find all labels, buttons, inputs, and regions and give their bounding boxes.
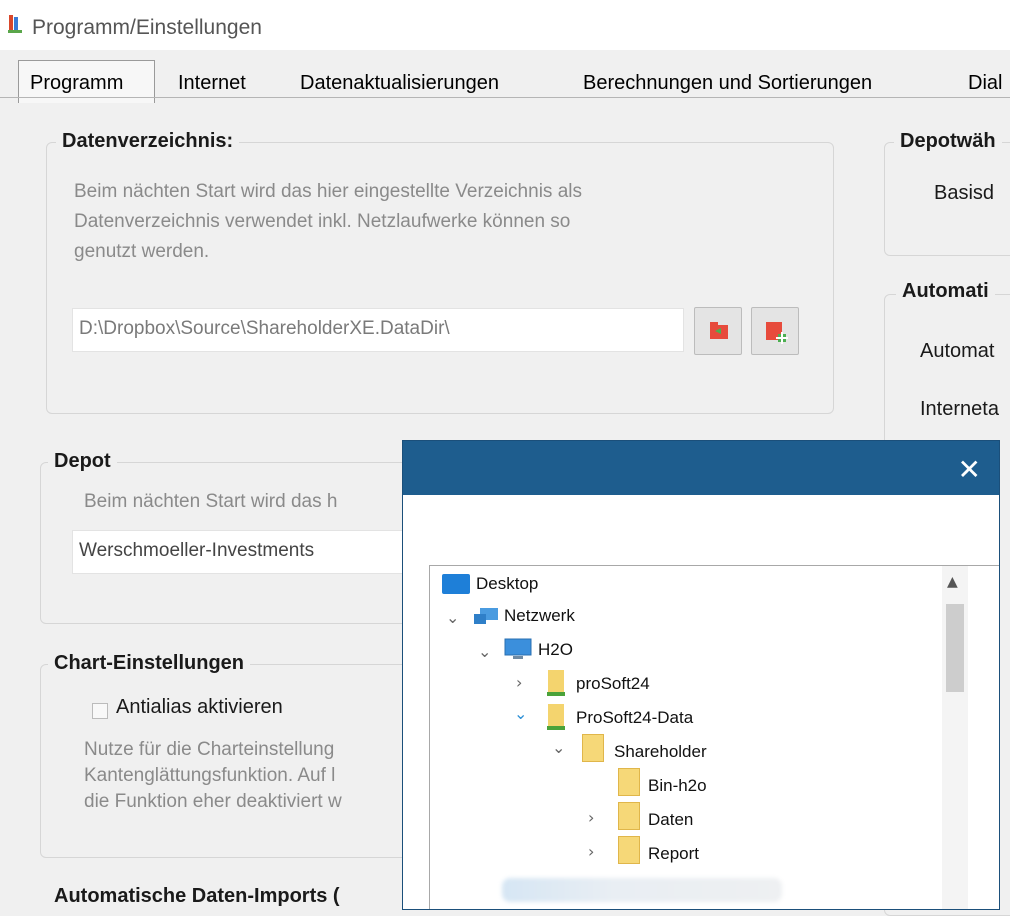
- tree-item-bin-h2o[interactable]: Bin-h2o: [648, 776, 707, 796]
- chart-desc-line1: Nutze für die Charteinstellung: [84, 739, 335, 760]
- window-title: Programm/Einstellungen: [32, 16, 262, 39]
- computer-icon: [504, 638, 532, 659]
- add-folder-button[interactable]: [751, 307, 799, 355]
- tree-item-desktop[interactable]: Desktop: [476, 574, 538, 594]
- automati-legend: Automati: [896, 280, 995, 303]
- app-icon: [8, 15, 22, 33]
- chevron-right-icon[interactable]: ›: [588, 808, 594, 827]
- tree-item-shareholder[interactable]: Shareholder: [614, 742, 707, 762]
- datenverzeichnis-desc-line3: genutzt werden.: [74, 241, 210, 262]
- network-drive-icon: [548, 704, 564, 726]
- depotwahl-text: Basisd: [934, 182, 995, 204]
- tree-item-netzwerk[interactable]: Netzwerk: [504, 606, 575, 626]
- data-directory-input[interactable]: D:\Dropbox\Source\ShareholderXE.DataDir\: [72, 308, 684, 352]
- folder-tree[interactable]: Desktop ⌄ Netzwerk ⌄ H2O › proSoft24 ⌄ P…: [429, 565, 999, 909]
- chart-desc-line3: die Funktion eher deaktiviert w: [84, 791, 342, 812]
- window-titlebar: Programm/Einstellungen: [0, 0, 1010, 50]
- chart-desc-line2: Kantenglättungsfunktion. Auf l: [84, 765, 336, 786]
- chart-settings-legend: Chart-Einstellungen: [48, 652, 251, 675]
- desktop-icon: [442, 574, 470, 594]
- folder-browse-dialog: ✕ Desktop ⌄ Netzwerk ⌄ H2O › proSoft24 ⌄…: [402, 440, 1000, 910]
- dialog-titlebar: ✕: [403, 441, 999, 495]
- tab-programm-label[interactable]: Programm: [30, 72, 123, 95]
- datenverzeichnis-desc-line2: Datenverzeichnis verwendet inkl. Netzlau…: [74, 211, 571, 232]
- tree-item-prosoft24-data[interactable]: ProSoft24-Data: [576, 708, 693, 728]
- datenverzeichnis-desc-line1: Beim nächten Start wird das hier eingest…: [74, 181, 582, 202]
- chevron-right-icon[interactable]: ›: [516, 673, 522, 692]
- tab-datenaktualisierungen[interactable]: Datenaktualisierungen: [300, 72, 499, 95]
- scrollbar-thumb[interactable]: [946, 604, 964, 692]
- folder-icon: [582, 734, 604, 762]
- chevron-down-icon[interactable]: ⌄: [446, 608, 459, 627]
- depot-legend: Depot: [48, 450, 117, 473]
- tab-content-border: [0, 97, 1010, 98]
- antialias-label[interactable]: Antialias aktivieren: [116, 696, 283, 719]
- close-icon[interactable]: ✕: [958, 453, 981, 486]
- datenverzeichnis-legend: Datenverzeichnis:: [56, 130, 240, 153]
- depot-desc: Beim nächten Start wird das h: [84, 491, 338, 512]
- tree-item-report[interactable]: Report: [648, 844, 699, 864]
- folder-icon: [618, 836, 640, 864]
- browse-folder-button[interactable]: [694, 307, 742, 355]
- tree-item-daten[interactable]: Daten: [648, 810, 693, 830]
- folder-add-icon: [766, 322, 788, 344]
- tab-strip: Programm Internet Datenaktualisierungen …: [0, 50, 1010, 103]
- depotwahl-legend: Depotwäh: [894, 130, 1002, 153]
- tree-item-h2o[interactable]: H2O: [538, 640, 573, 660]
- chevron-down-icon[interactable]: ⌄: [514, 704, 527, 723]
- network-drive-icon: [548, 670, 564, 692]
- tree-item-prosoft24[interactable]: proSoft24: [576, 674, 650, 694]
- folder-icon: [618, 768, 640, 796]
- tab-dial[interactable]: Dial: [968, 72, 1002, 95]
- chevron-down-icon[interactable]: ⌄: [478, 642, 491, 661]
- tab-internet[interactable]: Internet: [178, 72, 246, 95]
- tab-berechnungen[interactable]: Berechnungen und Sortierungen: [583, 72, 872, 95]
- folder-icon: [618, 802, 640, 830]
- automat-label: Automat: [920, 340, 995, 362]
- antialias-checkbox[interactable]: [92, 703, 108, 719]
- network-drive-bar: [547, 692, 565, 696]
- folder-open-icon: [710, 322, 728, 339]
- network-drive-bar: [547, 726, 565, 730]
- chevron-down-icon[interactable]: ⌄: [552, 738, 565, 757]
- interneta-label: Interneta: [920, 398, 999, 420]
- chevron-right-icon[interactable]: ›: [588, 842, 594, 861]
- blurred-tree-item: [502, 878, 782, 902]
- network-icon: [474, 608, 498, 624]
- scroll-up-icon[interactable]: ▲: [947, 574, 958, 590]
